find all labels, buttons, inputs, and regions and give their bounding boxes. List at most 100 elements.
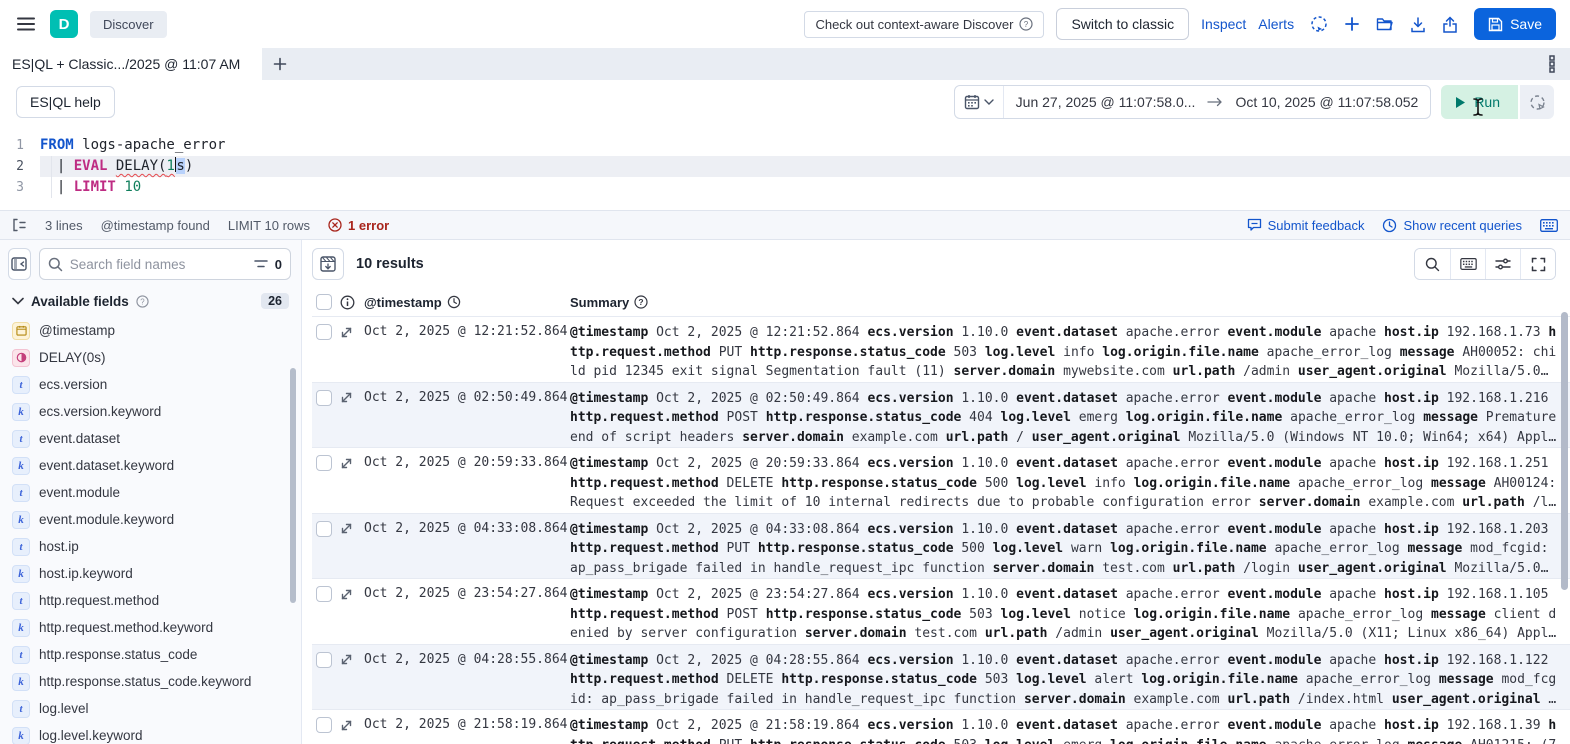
date-range-end[interactable]: Oct 10, 2025 @ 11:07:58.052 — [1223, 94, 1430, 110]
field-search-input[interactable] — [69, 256, 247, 272]
expand-row-icon[interactable] — [340, 457, 353, 470]
background-search-icon[interactable] — [1310, 15, 1328, 33]
field-list-item[interactable]: k ecs.version.keyword — [8, 398, 301, 425]
field-list-item[interactable]: k host.ip.keyword — [8, 560, 301, 587]
row-checkbox[interactable] — [316, 389, 332, 406]
table-row[interactable]: Oct 2, 2025 @ 02:50:49.864 @timestamp Oc… — [312, 381, 1570, 447]
keyword-field-icon: k — [12, 618, 30, 637]
text-field-icon: t — [12, 537, 30, 556]
sidebar-scrollbar[interactable] — [290, 368, 296, 603]
chevron-down-icon — [12, 297, 24, 305]
expand-row-icon[interactable] — [340, 588, 353, 601]
editor-line[interactable]: 2 | EVAL DELAY(1 s) — [0, 156, 1570, 177]
save-label: Save — [1510, 16, 1542, 32]
query-editor-icon — [12, 218, 27, 232]
row-checkbox[interactable] — [316, 586, 332, 602]
field-list-item[interactable]: k event.module.keyword — [8, 506, 301, 533]
grid-display-options-icon[interactable] — [1485, 249, 1520, 279]
table-row[interactable]: Oct 2, 2025 @ 20:59:33.864 @timestamp Oc… — [312, 447, 1570, 513]
save-button[interactable]: Save — [1474, 8, 1556, 40]
plus-icon[interactable] — [1344, 16, 1360, 32]
field-filter-icon[interactable] — [254, 258, 268, 270]
field-list-item[interactable]: t http.response.status_code — [8, 641, 301, 668]
esql-help-button[interactable]: ES|QL help — [16, 86, 115, 118]
discover-breadcrumb-button[interactable]: Discover — [90, 10, 167, 38]
table-row[interactable]: Oct 2, 2025 @ 04:33:08.864 @timestamp Oc… — [312, 512, 1570, 578]
available-fields-header[interactable]: Available fields ? 26 — [8, 280, 301, 317]
hamburger-menu-icon[interactable] — [14, 12, 38, 36]
new-tab-button[interactable] — [262, 48, 298, 80]
field-list-item[interactable]: k event.dataset.keyword — [8, 452, 301, 479]
share-export-icon[interactable] — [1442, 15, 1458, 33]
field-list-item[interactable]: t event.module — [8, 479, 301, 506]
inspect-link[interactable]: Inspect — [1201, 16, 1246, 32]
field-list-item[interactable]: DELAY(0s) — [8, 344, 301, 371]
date-range-picker: Jun 27, 2025 @ 11:07:58.0... Oct 10, 202… — [953, 85, 1432, 119]
tab-options-menu-icon[interactable] — [1534, 48, 1570, 80]
expand-row-icon[interactable] — [340, 719, 353, 732]
show-recent-queries-link[interactable]: Show recent queries — [1382, 218, 1522, 233]
field-list-item[interactable]: t event.dataset — [8, 425, 301, 452]
error-status[interactable]: 1 error — [328, 218, 389, 233]
field-list-item[interactable]: k http.request.method.keyword — [8, 614, 301, 641]
grid-keyboard-icon[interactable] — [1450, 249, 1485, 279]
row-checkbox[interactable] — [316, 520, 332, 537]
field-name: event.dataset — [39, 431, 121, 446]
field-list-item[interactable]: t host.ip — [8, 533, 301, 560]
download-icon[interactable] — [1410, 16, 1426, 33]
table-row[interactable]: Oct 2, 2025 @ 21:58:19.864 @timestamp Oc… — [312, 709, 1570, 744]
grid-toolbar — [1414, 248, 1556, 280]
help-circle-icon: ? — [136, 294, 149, 308]
run-query-button[interactable]: Run — [1441, 85, 1518, 119]
field-list-item[interactable]: k log.level.keyword — [8, 722, 301, 744]
submit-feedback-link[interactable]: Submit feedback — [1247, 218, 1364, 233]
table-row[interactable]: Oct 2, 2025 @ 04:28:55.864 @timestamp Oc… — [312, 643, 1570, 709]
open-folder-icon[interactable] — [1376, 16, 1394, 32]
field-name: http.request.method.keyword — [39, 620, 214, 635]
editor-line[interactable]: 3 | LIMIT 10 — [0, 177, 1570, 198]
discover-app-logo[interactable]: D — [50, 10, 78, 38]
table-row[interactable]: Oct 2, 2025 @ 12:21:52.864 @timestamp Oc… — [312, 316, 1570, 382]
editor-line[interactable]: 1 FROM logs-apache_error — [0, 135, 1570, 156]
expand-row-icon[interactable] — [340, 391, 353, 404]
field-filter-count: 0 — [274, 256, 282, 272]
calendar-dropdown-button[interactable] — [955, 86, 1004, 118]
select-all-checkbox[interactable] — [316, 294, 332, 310]
row-timestamp: Oct 2, 2025 @ 23:54:27.864 — [364, 586, 568, 601]
row-timestamp: Oct 2, 2025 @ 12:21:52.864 — [364, 324, 568, 339]
keyboard-shortcuts-icon[interactable] — [1540, 218, 1558, 232]
row-checkbox[interactable] — [316, 651, 332, 668]
field-list-item[interactable]: @timestamp — [8, 317, 301, 344]
keyword-field-icon: k — [12, 402, 30, 421]
feedback-bubble-icon — [1247, 218, 1261, 231]
grid-search-icon[interactable] — [1415, 249, 1450, 279]
row-timestamp: Oct 2, 2025 @ 04:33:08.864 — [364, 520, 568, 536]
esql-code-editor[interactable]: 1 FROM logs-apache_error 2 | EVAL DELAY(… — [0, 124, 1570, 210]
row-checkbox[interactable] — [316, 717, 332, 733]
field-list-item[interactable]: t ecs.version — [8, 371, 301, 398]
field-name: ecs.version — [39, 377, 108, 392]
switch-to-classic-button[interactable]: Switch to classic — [1056, 8, 1190, 40]
row-checkbox[interactable] — [316, 455, 332, 471]
collapse-sidebar-button[interactable] — [8, 248, 31, 280]
expand-row-icon[interactable] — [340, 326, 353, 339]
summary-column-header[interactable]: Summary ? — [570, 295, 1570, 310]
field-list-item[interactable]: t http.request.method — [8, 587, 301, 614]
expand-row-icon[interactable] — [340, 522, 353, 535]
alerts-link[interactable]: Alerts — [1258, 16, 1294, 32]
tabbar-spacer — [298, 48, 1534, 80]
tab-esql-classic[interactable]: ES|QL + Classic.../2025 @ 11:07 AM — [0, 48, 262, 80]
refresh-query-button[interactable] — [1520, 85, 1554, 119]
row-checkbox[interactable] — [316, 324, 332, 340]
timestamp-column-header[interactable]: @timestamp — [364, 295, 570, 310]
row-summary: @timestamp Oct 2, 2025 @ 23:54:27.864 ec… — [570, 587, 1557, 641]
context-aware-discover-button[interactable]: Check out context-aware Discover ? — [804, 10, 1045, 38]
field-list-item[interactable]: t log.level — [8, 695, 301, 722]
grid-scrollbar[interactable] — [1561, 312, 1568, 590]
date-range-start[interactable]: Jun 27, 2025 @ 11:07:58.0... — [1004, 94, 1208, 110]
field-list-item[interactable]: k http.response.status_code.keyword — [8, 668, 301, 695]
expand-row-icon[interactable] — [340, 653, 353, 666]
toggle-chart-button[interactable] — [312, 248, 344, 280]
grid-fullscreen-icon[interactable] — [1520, 249, 1555, 279]
table-row[interactable]: Oct 2, 2025 @ 23:54:27.864 @timestamp Oc… — [312, 578, 1570, 644]
